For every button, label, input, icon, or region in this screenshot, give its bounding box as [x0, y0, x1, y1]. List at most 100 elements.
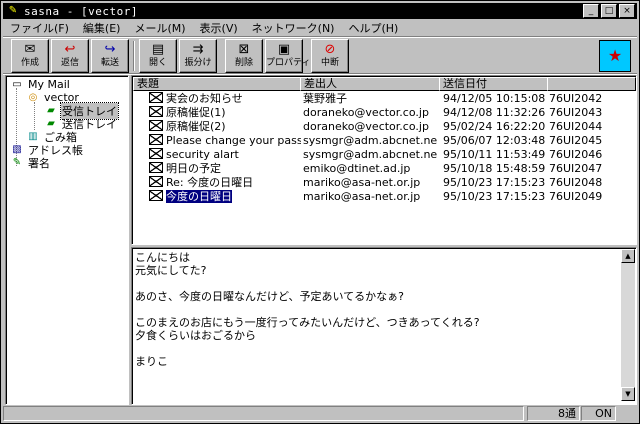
- table-row[interactable]: 原稿催促(1) doraneko@vector.co.jp 94/12/08 1…: [133, 106, 635, 120]
- menu-help[interactable]: ヘルプ(H): [341, 20, 405, 36]
- envelope-icon: [149, 134, 163, 145]
- row-subject: Please change your passwo...: [166, 134, 301, 147]
- menu-edit[interactable]: 編集(E): [76, 20, 128, 36]
- row-id: 76UI2043: [549, 106, 603, 119]
- row-id: 76UI2048: [549, 176, 603, 189]
- row-from: sysmgr@adm.abcnet.net: [303, 148, 437, 161]
- toolbar-separator: [133, 41, 135, 71]
- minimize-button[interactable]: _: [583, 4, 599, 18]
- list-header: 表題 差出人 送信日付: [133, 77, 636, 91]
- row-subject: 今度の日曜日: [166, 190, 232, 203]
- envelope-icon: [149, 92, 163, 103]
- tree-node-my-mail[interactable]: ▭ My Mail: [10, 78, 71, 91]
- menu-file[interactable]: ファイル(F): [3, 20, 76, 36]
- table-row-selected[interactable]: 今度の日曜日 mariko@asa-net.or.jp 95/10/23 17:…: [133, 190, 635, 204]
- row-subject: 原稿催促(2): [166, 120, 226, 133]
- toolbar: ✉ 作成 ↩ 返信 ↪ 転送 ▤ 開く ⇉ 振分け ⊠ 削除 ▣ プロパティ ⊘: [3, 39, 637, 73]
- envelope-icon: [149, 106, 163, 117]
- envelope-new-icon: ✉: [24, 42, 36, 57]
- stop-button[interactable]: ⊘ 中断: [311, 39, 349, 73]
- app-icon[interactable]: ✎: [6, 5, 20, 17]
- row-subject: 原稿催促(1): [166, 106, 226, 119]
- preview-line: あのさ、今度の日曜なんだけど、予定あいてるかなぁ?: [135, 290, 404, 303]
- folder-tree: ▭ My Mail ◎ vector ▰ 受信トレイ ▰ 送信トレイ ▥ ごみ箱…: [5, 75, 129, 405]
- maximize-button[interactable]: □: [601, 4, 617, 18]
- main-window: ✎ sasna - [vector] _ □ × ファイル(F) 編集(E) メ…: [0, 0, 640, 424]
- row-date: 95/10/18 15:48:59: [443, 162, 546, 175]
- menu-view[interactable]: 表示(V): [193, 20, 245, 36]
- tree-node-signature[interactable]: ✎ 署名: [10, 156, 51, 170]
- scroll-down-button[interactable]: ▼: [621, 387, 635, 401]
- table-row[interactable]: Re: 今度の日曜日 mariko@asa-net.or.jp 95/10/23…: [133, 176, 635, 190]
- preview-scrollbar[interactable]: ▲ ▼: [621, 249, 635, 401]
- status-count: 8通: [527, 406, 580, 421]
- table-row[interactable]: 実会のお知らせ 葉野雅子 94/12/05 10:15:08 76UI2042: [133, 92, 635, 106]
- scroll-up-button[interactable]: ▲: [621, 249, 635, 263]
- compose-label: 作成: [20, 58, 39, 68]
- message-preview[interactable]: こんにちは 元気にしてた? あのさ、今度の日曜なんだけど、予定あいてるかなぁ? …: [131, 247, 637, 405]
- delete-button[interactable]: ⊠ 削除: [225, 39, 263, 73]
- preview-line: 夕食くらいはおごるから: [135, 329, 256, 342]
- table-row[interactable]: security alart sysmgr@adm.abcnet.net 95/…: [133, 148, 635, 162]
- compose-button[interactable]: ✉ 作成: [11, 39, 49, 73]
- sort-button[interactable]: ⇉ 振分け: [179, 39, 217, 73]
- envelope-icon: [149, 176, 163, 187]
- delete-label: 削除: [234, 58, 253, 68]
- stop-label: 中断: [320, 58, 339, 68]
- row-date: 94/12/05 10:15:08: [443, 92, 546, 105]
- app-logo-icon: ★: [599, 40, 631, 72]
- open-icon: ▤: [151, 42, 165, 57]
- column-header-date[interactable]: 送信日付: [439, 77, 548, 91]
- open-button[interactable]: ▤ 開く: [139, 39, 177, 73]
- trash-icon: ▥: [28, 131, 38, 142]
- account-icon: ◎: [28, 92, 38, 103]
- properties-label: プロパティ: [266, 58, 311, 68]
- tree-label: My Mail: [28, 78, 70, 91]
- row-id: 76UI2047: [549, 162, 603, 175]
- signature-icon: ✎: [12, 157, 22, 168]
- row-date: 95/10/23 17:15:23: [443, 176, 546, 189]
- column-header-id[interactable]: [547, 77, 636, 91]
- tree-label: 署名: [28, 156, 50, 170]
- forward-button[interactable]: ↪ 転送: [91, 39, 129, 73]
- table-row[interactable]: Please change your passwo... sysmgr@adm.…: [133, 134, 635, 148]
- row-from: doraneko@vector.co.jp: [303, 120, 429, 133]
- envelope-icon: [149, 162, 163, 173]
- row-date: 95/02/24 16:22:20: [443, 120, 546, 133]
- row-from: sysmgr@adm.abcnet.net: [303, 134, 437, 147]
- row-id: 76UI2044: [549, 120, 603, 133]
- inbox-icon: ▰: [47, 105, 55, 116]
- status-mode: ON: [581, 406, 616, 421]
- table-row[interactable]: 明日の予定 emiko@dtinet.ad.jp 95/10/18 15:48:…: [133, 162, 635, 176]
- close-button[interactable]: ×: [619, 4, 635, 18]
- delete-icon: ⊠: [238, 42, 250, 57]
- column-header-subject[interactable]: 表題: [133, 77, 301, 91]
- row-from: emiko@dtinet.ad.jp: [303, 162, 411, 175]
- row-subject: security alart: [166, 148, 239, 161]
- address-book-icon: ▧: [12, 144, 22, 155]
- row-id: 76UI2049: [549, 190, 603, 203]
- preview-line: こんにちは: [135, 251, 190, 264]
- properties-button[interactable]: ▣ プロパティ: [265, 39, 311, 73]
- status-bar: 8通 ON: [3, 406, 637, 421]
- message-list: 表題 差出人 送信日付 実会のお知らせ 葉野雅子 94/12/05 10:15:…: [131, 75, 637, 245]
- preview-line: 元気にしてた?: [135, 264, 207, 277]
- menu-network[interactable]: ネットワーク(N): [245, 20, 342, 36]
- tree-line: [34, 102, 35, 130]
- row-id: 76UI2046: [549, 148, 603, 161]
- menu-divider: [3, 36, 637, 38]
- reply-button[interactable]: ↩ 返信: [51, 39, 89, 73]
- row-from: mariko@asa-net.or.jp: [303, 176, 421, 189]
- reply-label: 返信: [60, 58, 79, 68]
- row-id: 76UI2042: [549, 92, 603, 105]
- title-bar[interactable]: ✎ sasna - [vector] _ □ ×: [3, 3, 637, 19]
- column-header-from[interactable]: 差出人: [300, 77, 440, 91]
- status-message: [3, 406, 524, 421]
- sort-icon: ⇉: [192, 42, 204, 57]
- row-subject: 明日の予定: [166, 162, 221, 175]
- menu-mail[interactable]: メール(M): [127, 20, 192, 36]
- window-title: sasna - [vector]: [24, 4, 138, 18]
- row-date: 94/12/08 11:32:26: [443, 106, 546, 119]
- row-id: 76UI2045: [549, 134, 603, 147]
- table-row[interactable]: 原稿催促(2) doraneko@vector.co.jp 95/02/24 1…: [133, 120, 635, 134]
